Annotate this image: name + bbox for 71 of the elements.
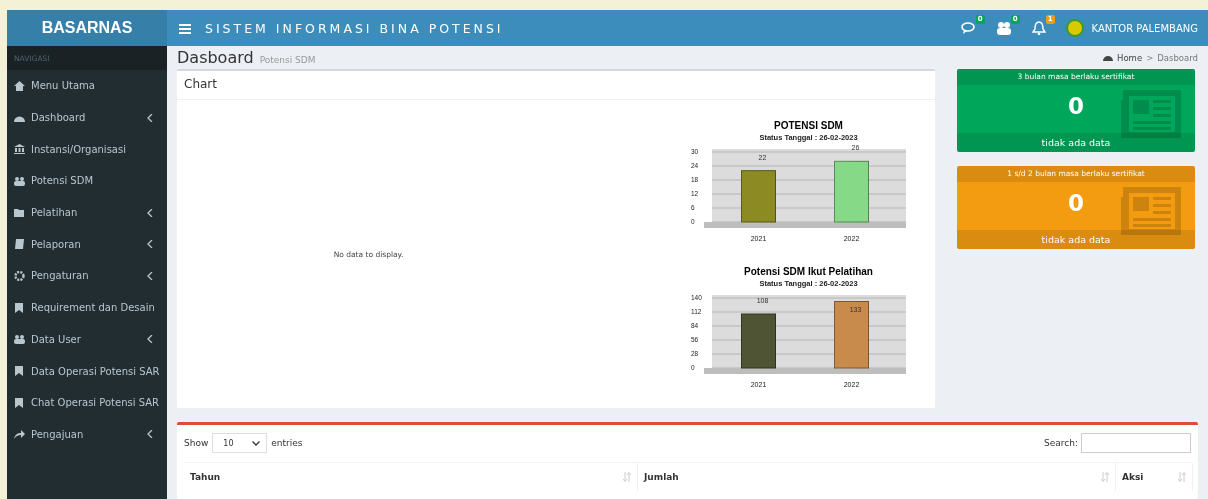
breadcrumb-separator: >: [1146, 52, 1154, 63]
sidebar-item[interactable]: Menu Utama: [7, 70, 167, 102]
page-size-select[interactable]: 10: [212, 433, 268, 453]
sidebar-item[interactable]: Requirement dan Desain: [7, 291, 167, 324]
chart-title: Potensi SDM Ikut Pelatihan: [744, 266, 873, 277]
sidebar-item[interactable]: Instansi/Organisasi: [7, 133, 167, 166]
page-subtitle: Potensi SDM: [259, 54, 317, 65]
sidebar-label: Pengajuan: [31, 428, 85, 440]
user-avatar[interactable]: [1065, 19, 1084, 37]
sidebar-label: Requirement dan Desain: [31, 302, 156, 314]
chart-bar: [834, 301, 869, 369]
sidebar-item[interactable]: Potensi SDM: [7, 165, 167, 197]
sidebar-item[interactable]: Data User: [7, 323, 167, 356]
sort-icon: [1178, 472, 1186, 482]
bookmark-icon: [14, 366, 25, 377]
home-icon: [14, 80, 25, 91]
brand-logo[interactable]: BASARNAS: [7, 10, 167, 46]
sidebar-label: Potensi SDM: [31, 175, 95, 187]
sidebar-item[interactable]: Pengaturan: [7, 260, 167, 292]
info-card-count: 0: [1067, 92, 1085, 121]
search-field[interactable]: [1081, 433, 1191, 453]
show-label: Show: [184, 438, 209, 448]
users-icon[interactable]: [995, 21, 1012, 35]
search-label: Search:: [1044, 438, 1078, 448]
chart-bar: [741, 313, 776, 369]
sort-icon: [623, 472, 631, 482]
sidebar-item[interactable]: Pelaporan: [7, 228, 167, 261]
column-header[interactable]: Jumlah: [638, 463, 1116, 491]
users-icon: [14, 175, 25, 186]
column-header[interactable]: Aksi: [1116, 463, 1193, 491]
chart-bar: [741, 170, 776, 223]
book-icon: [14, 239, 25, 250]
breadcrumb-current: Dasboard: [1157, 52, 1198, 63]
chart-bar: [834, 160, 869, 223]
info-card-footer[interactable]: tidak ada data: [957, 133, 1195, 152]
chart-title: POTENSI SDM: [774, 120, 843, 131]
sidebar-item[interactable]: Data Operasi Potensi SAR: [7, 355, 167, 387]
bookmark-icon: [14, 397, 25, 408]
panel-title: Chart: [177, 71, 935, 100]
menu-icon[interactable]: [179, 22, 191, 34]
sidebar-label: Dashboard: [31, 112, 87, 124]
column-header[interactable]: Tahun: [184, 463, 638, 491]
share-icon: [14, 429, 25, 440]
sidebar-label: Chat Operasi Potensi SAR: [31, 397, 161, 409]
chat-icon[interactable]: [960, 21, 977, 35]
gauge-icon: [1103, 53, 1114, 62]
info-card-count: 0: [1067, 189, 1085, 218]
sidebar-label: Pelatihan: [31, 207, 79, 219]
bookmark-icon: [14, 302, 25, 313]
sidebar-label: Menu Utama: [31, 80, 96, 92]
sidebar-item[interactable]: Chat Operasi Potensi SAR: [7, 386, 167, 419]
breadcrumb-link[interactable]: Home: [1117, 52, 1143, 63]
sidebar-item[interactable]: Pengajuan: [7, 418, 167, 451]
sidebar-label: Instansi/Organisasi: [31, 143, 127, 155]
sidebar-label: Pengaturan: [31, 270, 90, 282]
folder-icon: [14, 207, 25, 218]
caret-icon: [252, 440, 261, 446]
sidebar-label: Data User: [31, 333, 82, 345]
bell-icon[interactable]: [1030, 21, 1047, 35]
sidebar-item[interactable]: Dashboard: [7, 101, 167, 134]
gear-icon: [14, 270, 25, 281]
app-title: SISTEM INFORMASI BINA POTENSI: [205, 20, 505, 36]
page-title: Dasboard: [177, 48, 254, 67]
sidebar-label: Data Operasi Potensi SAR: [31, 365, 161, 377]
user-name[interactable]: KANTOR PALEMBANG: [1091, 22, 1198, 34]
users-icon: [14, 334, 25, 345]
sort-icon: [1101, 472, 1109, 482]
bank-icon: [14, 144, 25, 155]
sidebar-label: Pelaporan: [31, 238, 82, 250]
sidebar-item[interactable]: Pelatihan: [7, 196, 167, 229]
entries-label: entries: [271, 438, 303, 448]
